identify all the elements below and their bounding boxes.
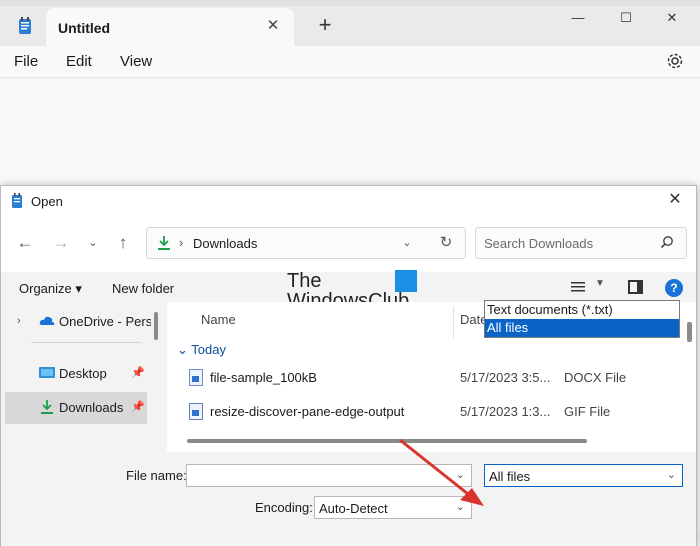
refresh-icon[interactable]: ↻ <box>437 234 455 252</box>
column-header-name[interactable]: Name <box>201 312 236 327</box>
watermark-windows-icon <box>395 270 417 292</box>
address-location[interactable]: Downloads <box>193 236 257 251</box>
navigation-bar: ← → ⌄ ↑ › Downloads ⌄ ↻ Search Downloads <box>1 216 696 272</box>
file-type-filter-select[interactable]: All files ⌄ <box>484 464 683 487</box>
group-header-today[interactable]: ⌄ Today <box>177 342 226 358</box>
horizontal-scrollbar[interactable] <box>187 439 587 443</box>
encoding-value: Auto-Detect <box>319 501 388 516</box>
preview-pane-icon[interactable] <box>628 280 643 294</box>
chevron-down-icon[interactable]: ⌄ <box>667 468 676 481</box>
column-divider <box>453 306 454 338</box>
download-icon <box>41 400 53 414</box>
close-window-icon[interactable]: ✕ <box>658 8 686 28</box>
sidebar-scrollbar[interactable] <box>154 312 158 340</box>
gif-file-icon <box>189 403 203 420</box>
sidebar-divider <box>31 342 141 343</box>
file-type-dropdown-list: Text documents (*.txt) All files <box>484 300 680 338</box>
forward-arrow-icon[interactable]: → <box>51 233 71 253</box>
option-all-files[interactable]: All files <box>485 319 679 337</box>
text-editor[interactable] <box>0 79 700 189</box>
open-dialog: Open ✕ ← → ⌄ ↑ › Downloads ⌄ ↻ Search Do… <box>0 185 697 546</box>
search-input[interactable]: Search Downloads <box>475 227 687 259</box>
new-folder-button[interactable]: New folder <box>112 281 174 296</box>
search-placeholder: Search Downloads <box>484 236 594 251</box>
download-icon <box>158 236 170 250</box>
file-date: 5/17/2023 3:5... <box>460 370 551 385</box>
search-icon <box>660 236 673 249</box>
option-text-documents[interactable]: Text documents (*.txt) <box>485 301 679 319</box>
sidebar-item-downloads[interactable]: Downloads 📌 <box>5 392 147 424</box>
docx-file-icon <box>189 369 203 386</box>
dialog-titlebar: Open ✕ <box>1 186 696 216</box>
notepad-titlebar: Untitled ✕ + — ☐ ✕ <box>0 0 700 46</box>
desktop-icon <box>39 367 55 378</box>
address-bar[interactable]: › Downloads ⌄ ↻ <box>146 227 466 259</box>
dialog-title: Open <box>31 194 63 209</box>
sidebar-item-desktop[interactable]: Desktop 📌 <box>5 358 147 390</box>
file-name-label: File name: <box>126 468 187 483</box>
encoding-label: Encoding: <box>255 500 313 515</box>
encoding-select[interactable]: Auto-Detect ⌄ <box>314 496 472 519</box>
minimize-icon[interactable]: — <box>564 8 592 28</box>
tab-title: Untitled <box>58 20 111 36</box>
back-arrow-icon[interactable]: ← <box>15 233 35 253</box>
notepad-icon <box>19 17 31 34</box>
menu-view[interactable]: View <box>120 53 152 70</box>
chevron-down-icon[interactable]: ⌄ <box>456 468 465 481</box>
organize-button[interactable]: Organize ▾ <box>19 281 82 297</box>
title-strip <box>0 0 700 6</box>
navigation-pane: › OneDrive - Perso Desktop 📌 Downloads 📌 <box>1 302 163 452</box>
menu-file[interactable]: File <box>14 53 38 70</box>
help-icon[interactable]: ? <box>665 279 683 297</box>
cloud-icon <box>39 316 55 325</box>
tab-untitled[interactable]: Untitled ✕ <box>46 8 294 46</box>
address-dropdown-icon[interactable]: ⌄ <box>399 234 415 252</box>
chevron-down-icon[interactable]: ⌄ <box>456 500 465 513</box>
file-type: DOCX File <box>564 370 627 385</box>
expand-chevron-icon[interactable]: › <box>17 315 21 327</box>
group-label: Today <box>191 342 226 357</box>
vertical-scrollbar[interactable] <box>687 322 692 342</box>
notepad-menubar: File Edit View <box>0 46 700 78</box>
gear-icon[interactable] <box>666 52 684 70</box>
close-icon[interactable]: ✕ <box>666 191 684 209</box>
view-options-icon[interactable] <box>571 281 585 293</box>
dialog-footer: File name: ⌄ All files ⌄ Encoding: Auto-… <box>1 452 696 546</box>
pin-icon: 📌 <box>131 367 145 379</box>
breadcrumb-chevron-icon: › <box>179 235 184 250</box>
sidebar-item-onedrive[interactable]: › OneDrive - Perso <box>5 306 151 338</box>
file-type-filter-value: All files <box>489 469 531 484</box>
recent-locations-chevron-icon[interactable]: ⌄ <box>83 233 103 253</box>
menu-edit[interactable]: Edit <box>66 53 92 70</box>
view-dropdown-icon[interactable]: ▼ <box>595 278 605 289</box>
sidebar-item-label: OneDrive - Perso <box>59 314 151 329</box>
file-row[interactable]: resize-discover-pane-edge-output 5/17/20… <box>167 396 677 428</box>
file-type: GIF File <box>564 404 611 419</box>
file-row[interactable]: file-sample_100kB 5/17/2023 3:5... DOCX … <box>167 362 677 394</box>
close-tab-icon[interactable]: ✕ <box>264 17 282 35</box>
pin-icon: 📌 <box>131 401 145 413</box>
file-date: 5/17/2023 1:3... <box>460 404 551 419</box>
new-tab-icon[interactable]: + <box>314 14 336 36</box>
file-name: file-sample_100kB <box>210 370 317 385</box>
file-name: resize-discover-pane-edge-output <box>210 404 405 419</box>
file-name-field[interactable]: ⌄ <box>186 464 472 487</box>
notepad-icon <box>12 193 22 208</box>
up-arrow-icon[interactable]: ↑ <box>113 233 133 253</box>
maximize-icon[interactable]: ☐ <box>612 8 640 28</box>
